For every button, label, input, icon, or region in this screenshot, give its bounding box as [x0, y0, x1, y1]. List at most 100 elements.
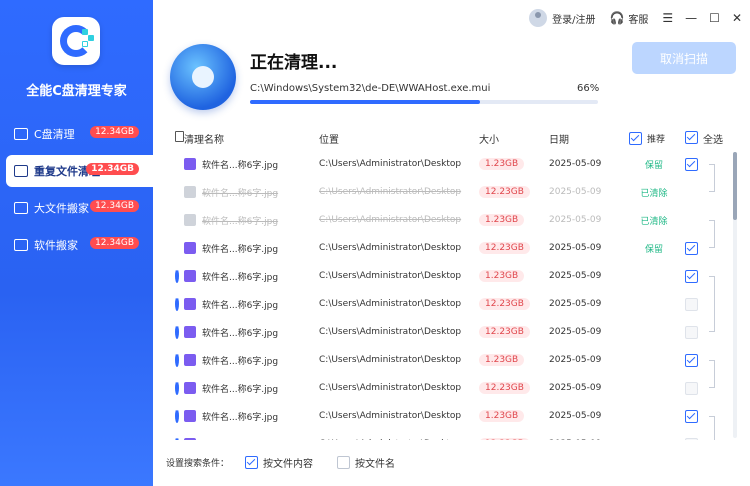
minimize-icon[interactable]: — [685, 11, 697, 25]
table-row[interactable]: 软件名...称6字.jpg C:\Users\Administrator\Desk… [166, 430, 739, 440]
image-file-icon [184, 214, 196, 226]
file-date: 2025-05-09 [549, 271, 602, 281]
search-condition-bar: 设置搜索条件： 按文件内容 按文件名 [166, 455, 395, 470]
by-name-checkbox[interactable] [337, 456, 351, 469]
file-location: C:\Users\Administrator\Desktop [319, 355, 462, 365]
recommend-checkbox[interactable] [629, 131, 642, 145]
file-location: C:\Users\Administrator\Desktop [319, 327, 462, 337]
file-name: 软件名...称6字.jpg [202, 244, 279, 255]
file-date: 2025-05-09 [549, 159, 602, 169]
file-size: 1.23GB [479, 410, 525, 422]
row-checkbox[interactable] [685, 353, 698, 367]
select-all-checkbox[interactable] [685, 130, 698, 144]
row-checkbox[interactable] [685, 157, 698, 171]
col-date-header: 日期 [549, 134, 569, 146]
file-date: 2025-05-09 [549, 187, 602, 197]
col-recommend-header[interactable]: 推荐 [629, 131, 679, 145]
table-body: 软件名...称6字.jpg C:\Users\Administrator\Desk… [166, 150, 739, 440]
folder-icon [14, 202, 28, 214]
drive-icon [14, 128, 28, 140]
row-checkbox[interactable] [685, 325, 698, 339]
table-row[interactable]: 软件名...称6字.jpg C:\Users\Administrator\Desk… [166, 262, 739, 290]
login-label: 登录/注册 [552, 14, 596, 26]
image-file-icon [184, 354, 196, 366]
col-size-header: 大小 [479, 134, 499, 146]
table-row[interactable]: 软件名...称6字.jpg C:\Users\Administrator\Desk… [166, 402, 739, 430]
file-name: 软件名...称6字.jpg [202, 216, 279, 227]
recommend-status: 已清除 [640, 188, 668, 199]
close-icon[interactable]: ✕ [732, 11, 742, 25]
file-date: 2025-05-09 [549, 411, 602, 421]
file-table: 清理名称 位置 大小 日期 推荐 全选 软件名...称6字.jpg C:\User… [166, 126, 739, 440]
table-row[interactable]: 软件名...称6字.jpg C:\Users\Administrator\Desk… [166, 178, 739, 206]
maximize-icon[interactable]: ☐ [709, 11, 720, 25]
page-title: 正在清理... [250, 53, 338, 73]
file-name: 软件名...称6字.jpg [202, 412, 279, 423]
table-row[interactable]: 软件名...称6字.jpg C:\Users\Administrator\Desk… [166, 150, 739, 178]
table-header: 清理名称 位置 大小 日期 推荐 全选 [166, 126, 739, 150]
group-bracket [709, 276, 715, 332]
file-name: 软件名...称6字.jpg [202, 300, 279, 311]
table-row[interactable]: 软件名...称6字.jpg C:\Users\Administrator\Desk… [166, 346, 739, 374]
sidebar-item-c-clean[interactable]: C盘清理 12.34GB [0, 118, 153, 150]
group-bracket [709, 416, 715, 440]
row-checkbox[interactable] [685, 437, 698, 440]
size-badge: 12.34GB [86, 163, 139, 175]
file-size: 1.23GB [479, 214, 525, 226]
duplicate-icon [14, 165, 28, 177]
table-row[interactable]: 软件名...称6字.jpg C:\Users\Administrator\Desk… [166, 290, 739, 318]
image-file-icon [184, 438, 196, 440]
row-checkbox[interactable] [685, 297, 698, 311]
loading-spinner-icon [175, 381, 179, 395]
file-size: 12.23GB [479, 242, 530, 254]
image-file-icon [184, 326, 196, 338]
option-by-content[interactable]: 按文件内容 [245, 455, 313, 470]
sidebar-nav: C盘清理 12.34GB 重复文件清理 12.34GB 大文件搬家 12.34G… [0, 118, 153, 266]
row-checkbox[interactable] [685, 381, 698, 395]
table-scrollbar[interactable] [733, 152, 737, 438]
image-file-icon [184, 298, 196, 310]
row-checkbox[interactable] [685, 241, 698, 255]
loading-spinner-icon [175, 437, 179, 440]
file-date: 2025-05-09 [549, 327, 602, 337]
file-size: 12.23GB [479, 326, 530, 338]
login-link[interactable]: 登录/注册 [529, 9, 595, 27]
table-row[interactable]: 软件名...称6字.jpg C:\Users\Administrator\Desk… [166, 374, 739, 402]
cancel-scan-button[interactable]: 取消扫描 [632, 42, 736, 74]
file-name: 软件名...称6字.jpg [202, 384, 279, 395]
sidebar-item-big-file-move[interactable]: 大文件搬家 12.34GB [0, 192, 153, 224]
headset-icon: 🎧 [609, 11, 625, 25]
file-size: 1.23GB [479, 270, 525, 282]
size-badge: 12.34GB [90, 200, 139, 212]
app-logo-icon [52, 17, 100, 65]
current-path: C:\Windows\System32\de-DE\WWAHost.exe.mu… [250, 83, 491, 94]
file-date: 2025-05-09 [549, 243, 602, 253]
table-row[interactable]: 软件名...称6字.jpg C:\Users\Administrator\Desk… [166, 234, 739, 262]
col-select-all-header[interactable]: 全选 [679, 130, 739, 146]
cleaning-fan-icon [170, 44, 236, 110]
group-bracket [709, 360, 715, 388]
size-badge: 12.34GB [90, 237, 139, 249]
option-by-name[interactable]: 按文件名 [337, 455, 395, 470]
table-row[interactable]: 软件名...称6字.jpg C:\Users\Administrator\Desk… [166, 206, 739, 234]
sidebar-item-label: 软件搬家 [34, 239, 78, 252]
app-name: 全能C盘清理专家 [26, 84, 127, 99]
search-condition-label: 设置搜索条件： [166, 459, 230, 469]
file-name: 软件名...称6字.jpg [202, 272, 279, 283]
file-location: C:\Users\Administrator\Desktop [319, 215, 462, 225]
image-file-icon [184, 158, 196, 170]
customer-service-link[interactable]: 🎧 客服 [609, 11, 648, 26]
row-checkbox[interactable] [685, 409, 698, 423]
by-content-checkbox[interactable] [245, 456, 259, 469]
file-size: 12.23GB [479, 382, 530, 394]
menu-icon[interactable]: ☰ [662, 11, 673, 25]
table-row[interactable]: 软件名...称6字.jpg C:\Users\Administrator\Desk… [166, 318, 739, 346]
file-size: 1.23GB [479, 158, 525, 170]
sidebar-item-software-move[interactable]: 软件搬家 12.34GB [0, 229, 153, 261]
file-name: 软件名...称6字.jpg [202, 160, 279, 171]
loading-spinner-icon [175, 409, 179, 423]
sidebar: 全能C盘清理专家 C盘清理 12.34GB 重复文件清理 12.34GB 大文件… [0, 0, 153, 486]
group-bracket [709, 164, 715, 192]
sidebar-item-duplicate-clean[interactable]: 重复文件清理 12.34GB [6, 155, 153, 187]
row-checkbox[interactable] [685, 269, 698, 283]
